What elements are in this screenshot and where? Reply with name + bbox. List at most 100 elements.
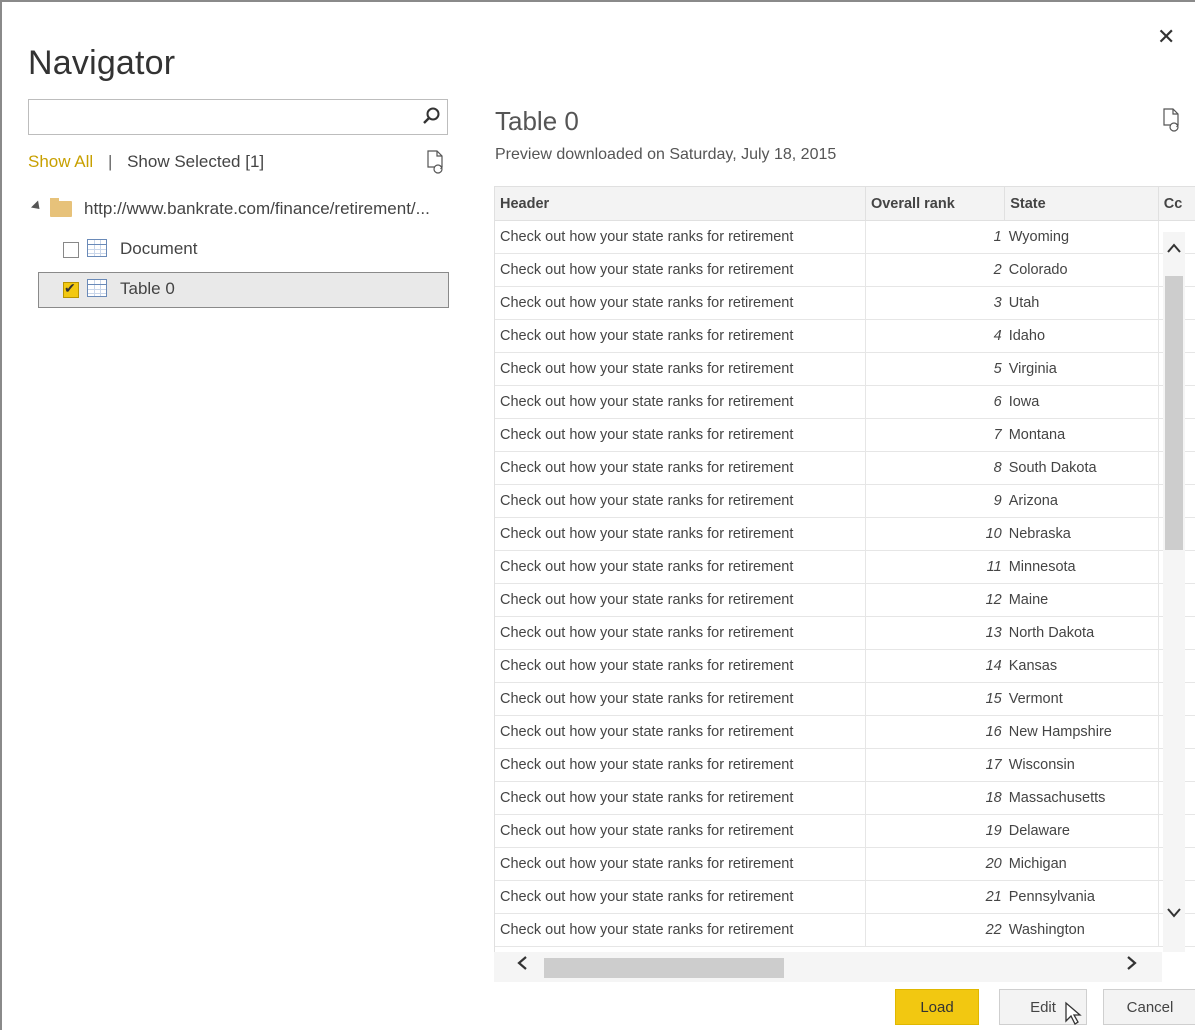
scroll-down-icon[interactable] [1166, 907, 1182, 919]
search-box[interactable] [28, 99, 448, 135]
table-row: Check out how your state ranks for retir… [495, 616, 1195, 650]
header-cell: Check out how your state ranks for retir… [495, 781, 866, 815]
table-row: Check out how your state ranks for retir… [495, 286, 1195, 320]
search-icon[interactable] [421, 106, 441, 126]
table-row: Check out how your state ranks for retir… [495, 385, 1195, 419]
scroll-up-icon[interactable] [1166, 242, 1182, 254]
state-cell: Utah [1004, 286, 1159, 320]
tree-root-url: http://www.bankrate.com/finance/retireme… [84, 199, 430, 218]
close-icon[interactable]: ✕ [1157, 24, 1175, 50]
header-cell: Check out how your state ranks for retir… [495, 484, 866, 518]
header-cell: Check out how your state ranks for retir… [495, 814, 866, 848]
table-icon [87, 279, 107, 297]
header-cell: Check out how your state ranks for retir… [495, 418, 866, 452]
state-cell: North Dakota [1004, 616, 1159, 650]
header-cell: Check out how your state ranks for retir… [495, 748, 866, 782]
rank-cell: 9 [865, 484, 1005, 518]
state-cell: Massachusetts [1004, 781, 1159, 815]
table-row: Check out how your state ranks for retir… [495, 418, 1195, 452]
table-0-checkbox[interactable] [63, 280, 79, 298]
refresh-icon[interactable] [426, 150, 444, 174]
preview-title: Table 0 [495, 106, 579, 136]
show-all-link[interactable]: Show All [28, 152, 93, 171]
column-header[interactable]: Header [495, 187, 866, 221]
refresh-icon[interactable] [1162, 108, 1180, 132]
scroll-right-icon[interactable] [1126, 955, 1138, 971]
state-cell: Montana [1004, 418, 1159, 452]
rank-cell: 4 [865, 319, 1005, 353]
navigator-dialog: Navigator ✕ Show All | Show Selected [1]… [0, 0, 1195, 1030]
state-cell: Colorado [1004, 253, 1159, 287]
column-header[interactable]: State [1004, 187, 1159, 221]
load-button[interactable]: Load [895, 989, 979, 1025]
state-cell: South Dakota [1004, 451, 1159, 485]
state-cell: Maine [1004, 583, 1159, 617]
rank-cell: 12 [865, 583, 1005, 617]
header-cell: Check out how your state ranks for retir… [495, 715, 866, 749]
table-row: Check out how your state ranks for retir… [495, 682, 1195, 716]
header-cell: Check out how your state ranks for retir… [495, 913, 866, 947]
header-cell: Check out how your state ranks for retir… [495, 220, 866, 254]
table-row: Check out how your state ranks for retir… [495, 352, 1195, 386]
state-cell: Virginia [1004, 352, 1159, 386]
column-header[interactable]: Cc [1158, 187, 1195, 221]
rank-cell: 7 [865, 418, 1005, 452]
table-row: Check out how your state ranks for retir… [495, 451, 1195, 485]
rank-cell: 1 [865, 220, 1005, 254]
table-row: Check out how your state ranks for retir… [495, 781, 1195, 815]
search-input[interactable] [29, 100, 425, 132]
header-cell: Check out how your state ranks for retir… [495, 517, 866, 551]
header-cell: Check out how your state ranks for retir… [495, 616, 866, 650]
preview-subtitle: Preview downloaded on Saturday, July 18,… [495, 146, 837, 163]
collapse-arrow-icon[interactable] [30, 200, 44, 213]
rank-cell: 11 [865, 550, 1005, 584]
rank-cell: 15 [865, 682, 1005, 716]
filter-separator: | [107, 152, 113, 171]
state-cell: Iowa [1004, 385, 1159, 419]
header-cell: Check out how your state ranks for retir… [495, 583, 866, 617]
rank-cell: 14 [865, 649, 1005, 683]
preview-table[interactable]: Header Overall rank State Cc Check out h… [494, 186, 1195, 953]
state-cell: Kansas [1004, 649, 1159, 683]
state-cell: Washington [1004, 913, 1159, 947]
rank-cell: 6 [865, 385, 1005, 419]
state-cell: New Hampshire [1004, 715, 1159, 749]
column-header[interactable]: Overall rank [865, 187, 1006, 221]
vertical-scroll-thumb[interactable] [1165, 276, 1183, 550]
table-icon [87, 239, 107, 257]
header-cell: Check out how your state ranks for retir… [495, 550, 866, 584]
scroll-left-icon[interactable] [516, 955, 528, 971]
tree-item-label: Document [120, 239, 198, 258]
table-row: Check out how your state ranks for retir… [495, 253, 1195, 287]
table-row: Check out how your state ranks for retir… [495, 880, 1195, 914]
cancel-button[interactable]: Cancel [1103, 989, 1195, 1025]
table-row: Check out how your state ranks for retir… [495, 517, 1195, 551]
state-cell: Pennsylvania [1004, 880, 1159, 914]
tree-item-label: Table 0 [120, 279, 175, 298]
rank-cell: 13 [865, 616, 1005, 650]
header-cell: Check out how your state ranks for retir… [495, 253, 866, 287]
rank-cell: 8 [865, 451, 1005, 485]
state-cell: Wyoming [1004, 220, 1159, 254]
horizontal-scroll-thumb[interactable] [544, 958, 784, 978]
table-header-row: Header Overall rank State Cc [495, 187, 1195, 221]
state-cell: Nebraska [1004, 517, 1159, 551]
state-cell: Idaho [1004, 319, 1159, 353]
table-row: Check out how your state ranks for retir… [495, 649, 1195, 683]
dialog-title: Navigator [28, 44, 176, 82]
document-checkbox[interactable] [63, 242, 79, 258]
rank-cell: 20 [865, 847, 1005, 881]
state-cell: Arizona [1004, 484, 1159, 518]
rank-cell: 16 [865, 715, 1005, 749]
table-row: Check out how your state ranks for retir… [495, 913, 1195, 947]
show-selected-link[interactable]: Show Selected [1] [127, 152, 264, 171]
horizontal-scrollbar[interactable] [494, 952, 1162, 982]
header-cell: Check out how your state ranks for retir… [495, 649, 866, 683]
rank-cell: 21 [865, 880, 1005, 914]
state-cell: Minnesota [1004, 550, 1159, 584]
table-row: Check out how your state ranks for retir… [495, 319, 1195, 353]
data-table: Header Overall rank State Cc Check out h… [495, 187, 1195, 947]
table-row: Check out how your state ranks for retir… [495, 484, 1195, 518]
vertical-scrollbar[interactable] [1163, 232, 1185, 952]
state-cell: Vermont [1004, 682, 1159, 716]
